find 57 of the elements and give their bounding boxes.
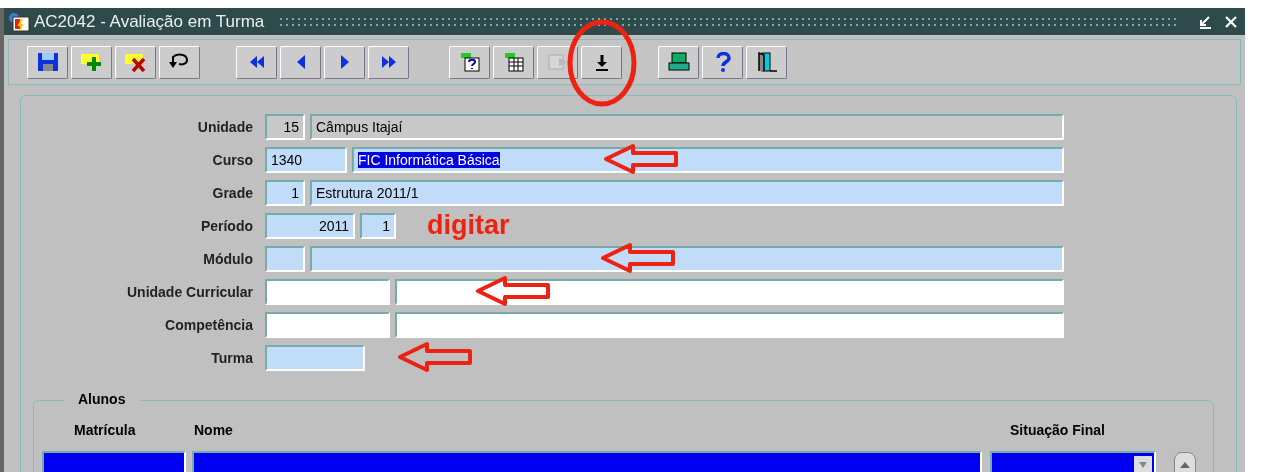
input-field[interactable]: 1340: [265, 146, 347, 173]
left-arrow-icon: [295, 54, 306, 70]
input-field[interactable]: [265, 344, 365, 371]
first-button[interactable]: [236, 45, 277, 79]
save-button[interactable]: [27, 45, 68, 79]
add-record-icon: [79, 52, 104, 72]
insert-button[interactable]: [71, 45, 112, 79]
app-icon: [8, 11, 30, 32]
input-field[interactable]: 15: [265, 113, 305, 140]
column-header: Nome: [194, 422, 234, 438]
input-field[interactable]: 1: [265, 179, 305, 206]
column-header: Situação Final: [1010, 422, 1105, 438]
input-field[interactable]: [265, 311, 390, 338]
caret-icon: [1138, 462, 1148, 468]
printer-icon: [666, 52, 691, 72]
field-label: Unidade Curricular: [125, 283, 253, 300]
minimize-icon[interactable]: [1197, 13, 1213, 30]
last-button[interactable]: [368, 45, 409, 79]
input-field[interactable]: [395, 311, 1064, 338]
column-header: Matrícula: [74, 422, 137, 438]
field-label: Grade: [211, 184, 253, 201]
input-field[interactable]: [192, 451, 982, 472]
input-field[interactable]: 1: [360, 212, 396, 239]
input-field[interactable]: [265, 245, 305, 272]
close-icon[interactable]: [1223, 13, 1239, 30]
annotation-text: digitar: [427, 210, 510, 241]
input-field[interactable]: FIC Informática Básica: [352, 146, 1064, 173]
input-field[interactable]: Estrutura 2011/1: [310, 179, 1064, 206]
undo-button[interactable]: [159, 45, 200, 79]
help-button[interactable]: [702, 45, 743, 79]
exit-button[interactable]: [746, 45, 787, 79]
input-field[interactable]: 2011: [265, 212, 355, 239]
right-arrow-icon: [339, 54, 350, 70]
field-label: Unidade: [196, 118, 253, 135]
query-button[interactable]: [449, 45, 490, 79]
field-label: Curso: [211, 151, 253, 168]
prev-button[interactable]: [280, 45, 321, 79]
caret-icon: [1180, 462, 1190, 468]
input-field[interactable]: [310, 245, 1064, 272]
delete-record-icon: [123, 52, 148, 72]
input-field[interactable]: [265, 278, 390, 305]
delete-button[interactable]: [115, 45, 156, 79]
group-title: Alunos: [64, 391, 140, 407]
download-button[interactable]: [581, 45, 622, 79]
field-label: Turma: [210, 349, 253, 366]
field-label: Competência: [164, 316, 253, 333]
field-label: Módulo: [202, 250, 253, 267]
next-button[interactable]: [324, 45, 365, 79]
print-button[interactable]: [658, 45, 699, 79]
input-field[interactable]: Câmpus Itajaí: [310, 113, 1064, 140]
dropdown[interactable]: [990, 451, 1156, 472]
window-title: AC2042 - Avaliação em Turma: [34, 11, 265, 32]
table-button[interactable]: [493, 45, 534, 79]
field-label: Período: [199, 217, 253, 234]
input-field[interactable]: [395, 278, 1064, 305]
input-field[interactable]: [42, 451, 186, 472]
scroll-up-button[interactable]: [1174, 452, 1196, 472]
